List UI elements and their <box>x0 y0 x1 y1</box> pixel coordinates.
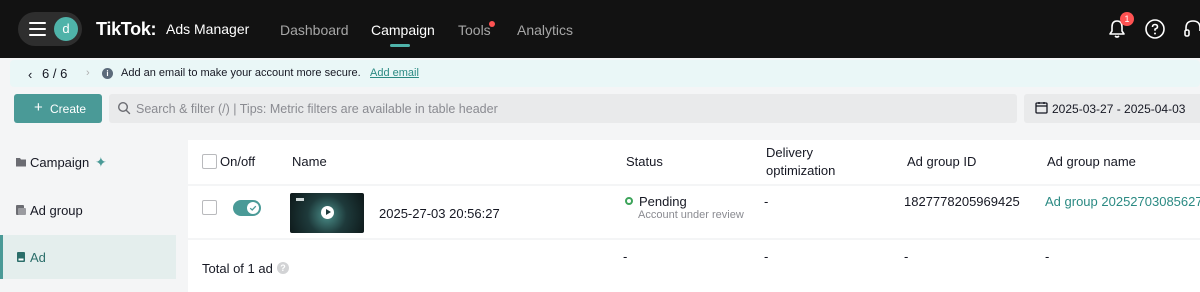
tools-notification-dot <box>489 21 495 27</box>
row-checkbox[interactable] <box>202 200 217 215</box>
notice-pager: 6 / 6 <box>42 66 68 81</box>
play-icon <box>321 206 334 219</box>
ad-onoff-toggle[interactable] <box>233 200 261 216</box>
help-icon[interactable]: ? <box>277 262 289 274</box>
column-status[interactable]: Status <box>626 154 663 169</box>
chevron-left-icon[interactable]: ‹ <box>28 67 32 82</box>
notice-message: Add an email to make your account more s… <box>121 67 361 79</box>
column-adgroup-id[interactable]: Ad group ID <box>907 154 976 169</box>
column-adgroup-name[interactable]: Ad group name <box>1047 154 1136 169</box>
create-button-label: Create <box>50 102 87 116</box>
search-icon <box>117 101 131 115</box>
date-range-value: 2025-03-27 - 2025-04-03 <box>1052 102 1186 116</box>
sidebar-item-ad-group[interactable]: Ad group <box>0 188 176 232</box>
avatar: d <box>54 17 78 41</box>
sparkle-icon: ✦ <box>95 154 107 170</box>
add-email-link[interactable]: Add email <box>370 67 419 79</box>
column-onoff[interactable]: On/off <box>220 154 255 169</box>
date-range-picker[interactable]: 2025-03-27 - 2025-04-03 <box>1024 94 1200 123</box>
nav-analytics[interactable]: Analytics <box>517 22 573 38</box>
active-nav-indicator <box>390 44 410 47</box>
info-icon: i <box>102 68 113 79</box>
search-placeholder: Search & filter (/) | Tips: Metric filte… <box>136 102 498 116</box>
top-navigation-bar: d TikTok: Ads Manager Dashboard Campaign… <box>0 0 1200 58</box>
nav-tools[interactable]: Tools <box>458 22 491 38</box>
check-icon <box>249 205 257 211</box>
column-delivery-line2[interactable]: optimization <box>766 163 835 178</box>
toggle-knob <box>247 202 259 214</box>
ad-video-thumbnail[interactable] <box>290 193 364 233</box>
help-icon[interactable] <box>1144 18 1166 40</box>
search-filter-input[interactable]: Search & filter (/) | Tips: Metric filte… <box>109 94 1017 123</box>
ad-status: Pending <box>639 194 687 209</box>
total-status: - <box>623 249 628 264</box>
table-row: 2025-27-03 20:56:27 Pending Account unde… <box>188 186 1200 238</box>
select-all-checkbox[interactable] <box>202 154 217 169</box>
ad-icon <box>17 252 25 262</box>
ads-manager-title: Ads Manager <box>166 21 250 37</box>
tiktok-logo: TikTok: <box>96 19 157 39</box>
sidebar-item-label: Ad group <box>30 203 83 218</box>
nav-campaign[interactable]: Campaign <box>371 22 435 38</box>
level-sidebar: Campaign ✦ Ad group Ad <box>0 132 176 292</box>
thumbnail-logo-mark <box>296 198 304 201</box>
sidebar-item-label: Campaign <box>30 155 90 170</box>
account-menu-button[interactable]: d <box>18 12 82 46</box>
calendar-icon <box>1035 102 1048 114</box>
plus-icon: + <box>34 99 43 116</box>
headset-icon[interactable] <box>1182 18 1200 40</box>
hamburger-menu-icon <box>29 22 46 36</box>
column-delivery-line1[interactable]: Delivery <box>766 145 813 160</box>
table-total-row: Total of 1 ad ? - - - - <box>188 240 1200 292</box>
total-count: Total of 1 ad <box>202 261 273 276</box>
ad-delivery: - <box>764 194 769 209</box>
ad-adgroup-id: 1827778205969425 <box>904 194 1020 209</box>
notification-badge: 1 <box>1120 12 1134 26</box>
sidebar-item-campaign[interactable]: Campaign ✦ <box>0 140 176 184</box>
ad-name[interactable]: 2025-27-03 20:56:27 <box>379 206 500 221</box>
active-indicator <box>0 235 3 279</box>
nav-dashboard[interactable]: Dashboard <box>280 22 349 38</box>
create-button[interactable]: + Create <box>14 94 102 123</box>
security-notice-bar: ‹ 6 / 6 › i Add an email to make your ac… <box>10 60 1200 87</box>
ad-group-icon <box>16 205 26 215</box>
ad-status-detail: Account under review <box>638 209 744 221</box>
pending-status-icon <box>625 197 633 205</box>
total-adgroup-id: - <box>904 249 909 264</box>
ad-adgroup-name-link[interactable]: Ad group 20252703085627 <box>1045 194 1200 209</box>
folder-icon <box>16 158 26 167</box>
column-name[interactable]: Name <box>292 154 327 169</box>
chevron-right-icon[interactable]: › <box>86 67 90 79</box>
sidebar-item-ad[interactable]: Ad <box>0 235 176 279</box>
sidebar-item-label: Ad <box>30 250 46 265</box>
table-header: On/off Name Status Delivery optimization… <box>188 140 1200 184</box>
total-adgroup-name: - <box>1045 249 1050 264</box>
total-delivery: - <box>764 249 769 264</box>
